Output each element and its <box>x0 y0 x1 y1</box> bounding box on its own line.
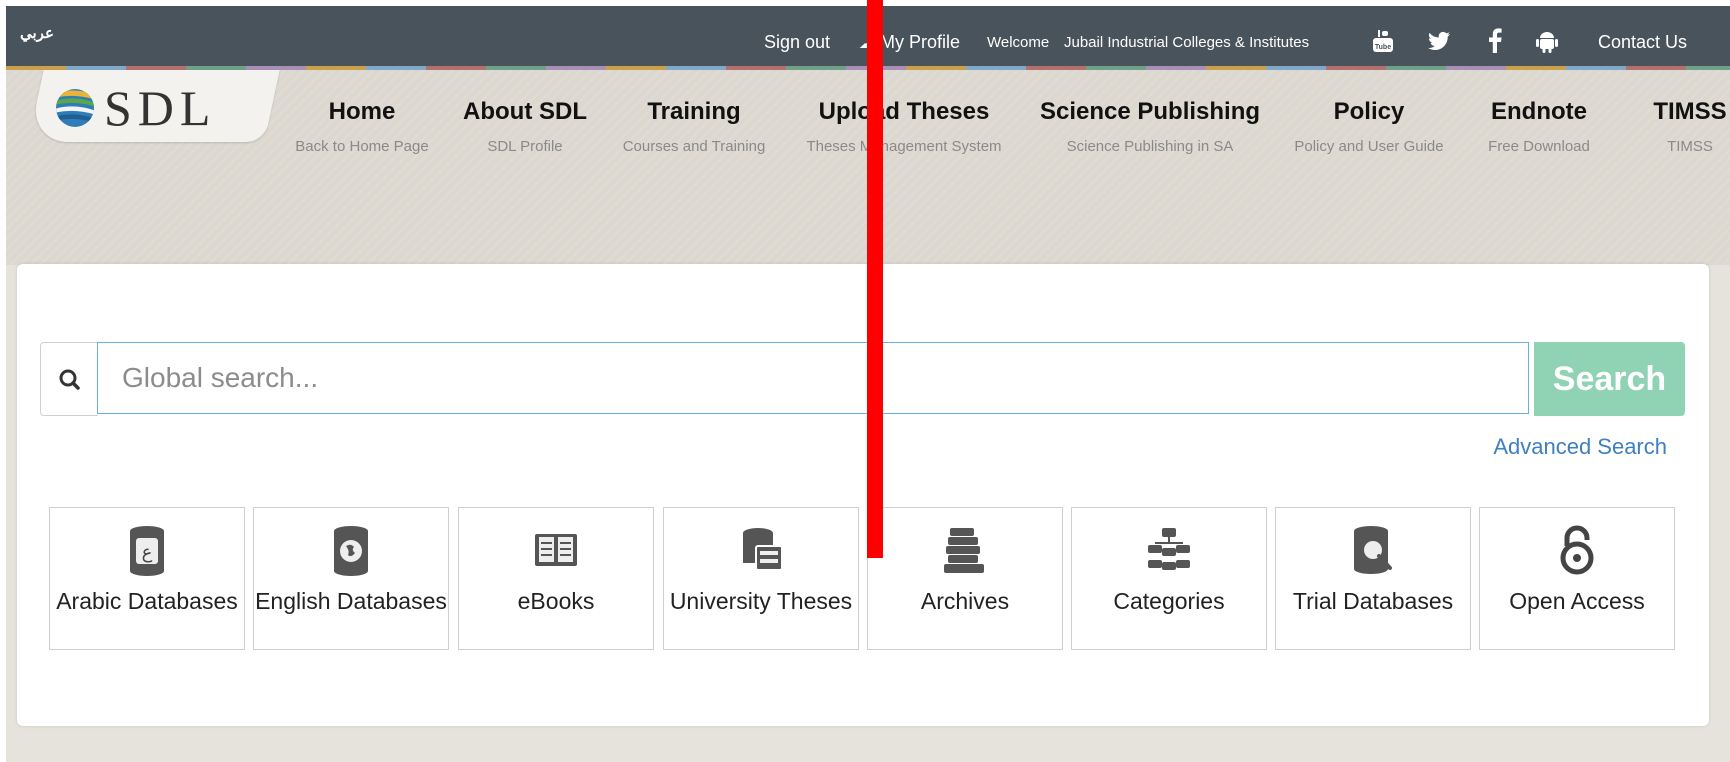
nav-subtitle: Back to Home Page <box>295 138 429 155</box>
logo-text: SDL <box>104 80 217 136</box>
nav-title: TIMSS <box>1653 98 1727 125</box>
open-access-icon <box>1560 525 1594 575</box>
nav-subtitle: Theses Management System <box>806 138 1002 155</box>
tile-label: Arabic Databases <box>56 588 238 614</box>
nav-title: Endnote <box>1491 98 1587 125</box>
tile-label: Trial Databases <box>1292 588 1454 614</box>
tile-label: Categories <box>1113 588 1225 614</box>
tile-arabic-databases[interactable]: ع Arabic Databases <box>49 507 245 650</box>
tile-open-access[interactable]: Open Access <box>1479 507 1675 650</box>
nav-title: Science Publishing <box>1039 98 1261 125</box>
nav-title: About SDL <box>463 98 587 125</box>
advanced-search-link[interactable]: Advanced Search <box>1493 434 1667 460</box>
nav-subtitle: Science Publishing in SA <box>1066 138 1234 155</box>
sign-out-link[interactable]: Sign out <box>764 32 830 53</box>
tile-label: Open Access <box>1509 588 1645 614</box>
nav-science-publishing[interactable]: Science Publishing Science Publishing in… <box>1040 98 1260 155</box>
tile-label: English Databases <box>255 588 447 614</box>
nav-training[interactable]: Training Courses and Training <box>623 98 766 155</box>
trial-database-icon <box>1354 526 1392 574</box>
nav-timss[interactable]: TIMSS TIMSS <box>1653 98 1726 155</box>
nav-title: Training <box>647 98 741 125</box>
contact-us-link[interactable]: Contact Us <box>1598 32 1687 53</box>
globe-logo-icon <box>56 89 94 127</box>
tile-trial-databases[interactable]: Trial Databases <box>1275 507 1471 650</box>
search-icon <box>40 342 98 416</box>
nav-policy[interactable]: Policy Policy and User Guide <box>1294 98 1443 155</box>
nav-subtitle: SDL Profile <box>487 138 563 155</box>
english-database-icon <box>334 526 368 576</box>
global-search-input[interactable] <box>97 342 1529 414</box>
language-switch-link[interactable]: عربي <box>20 24 54 42</box>
tile-label: eBooks <box>517 588 595 614</box>
facebook-icon[interactable] <box>1482 28 1508 54</box>
search-panel <box>17 264 1709 726</box>
book-icon <box>535 534 577 566</box>
nav-home[interactable]: Home Back to Home Page <box>295 98 428 155</box>
tile-archives[interactable]: Archives <box>867 507 1063 650</box>
tile-english-databases[interactable]: English Databases <box>253 507 449 650</box>
my-profile-label: My Profile <box>880 32 961 52</box>
sdl-logo[interactable]: SDL <box>54 80 216 136</box>
nav-title: Policy <box>1333 98 1405 125</box>
institution-name: Jubail Industrial Colleges & Institutes <box>1064 34 1310 51</box>
theses-icon <box>743 528 783 571</box>
nav-subtitle: Courses and Training <box>622 138 766 155</box>
nav-subtitle: Free Download <box>1488 138 1590 155</box>
nav-title: Home <box>328 98 396 125</box>
tile-ebooks[interactable]: eBooks <box>458 507 654 650</box>
nav-endnote[interactable]: Endnote Free Download <box>1488 98 1590 155</box>
nav-subtitle: Policy and User Guide <box>1294 138 1444 155</box>
svg-text:Tube: Tube <box>1375 44 1391 51</box>
archive-books-icon <box>944 528 984 573</box>
twitter-icon[interactable] <box>1426 28 1452 54</box>
youtube-icon[interactable]: Tube <box>1370 28 1396 54</box>
nav-title: Upload Theses <box>818 98 990 125</box>
svg-text:ع: ع <box>142 542 153 563</box>
search-button[interactable]: Search <box>1534 342 1685 416</box>
welcome-label: Welcome <box>987 34 1050 51</box>
arabic-database-icon: ع <box>130 526 164 576</box>
red-overlay-bar <box>867 0 883 558</box>
nav-subtitle: TIMSS <box>1667 138 1713 155</box>
android-icon[interactable] <box>1534 28 1560 54</box>
search-bar: Search <box>40 342 1685 416</box>
tile-university-theses[interactable]: University Theses <box>663 507 859 650</box>
nav-about-sdl[interactable]: About SDL SDL Profile <box>463 98 587 155</box>
tile-label: Archives <box>920 588 1010 614</box>
tile-categories[interactable]: Categories <box>1071 507 1267 650</box>
tile-label: University Theses <box>669 588 853 614</box>
categories-icon <box>1148 528 1190 570</box>
nav-upload-theses[interactable]: Upload Theses Theses Management System <box>806 98 1001 155</box>
